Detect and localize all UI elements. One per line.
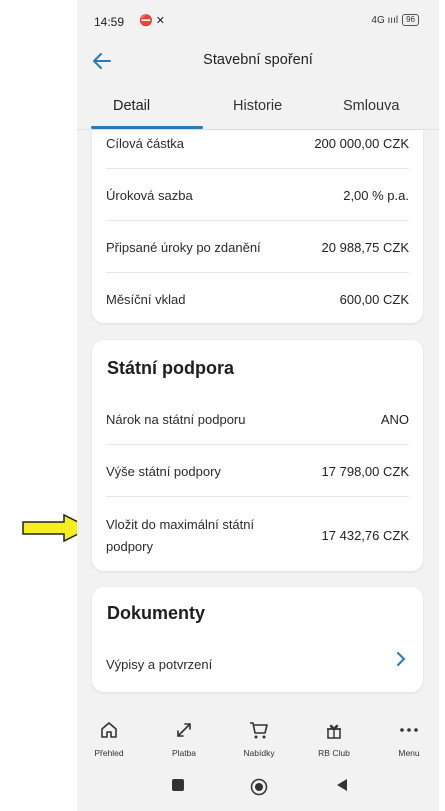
detail-label: Vložit do maximální státní podpory <box>106 514 254 558</box>
nav-label: RB Club <box>318 748 350 758</box>
tab-historie[interactable]: Historie <box>233 98 282 114</box>
section-title: Dokumenty <box>107 603 206 623</box>
nav-label: Přehled <box>94 748 124 758</box>
nav-menu[interactable]: Menu <box>379 720 439 758</box>
page-title: Stavební spoření <box>203 52 313 68</box>
phone-screen: 14:59 ⛔ ✕ 4G ıııl 96 Stavební spoření De… <box>77 0 439 811</box>
nav-platba[interactable]: Platba <box>154 720 214 758</box>
nav-rb-club[interactable]: RB Club <box>304 720 364 758</box>
nav-prehled[interactable]: Přehled <box>79 720 139 758</box>
active-tab-indicator <box>91 126 203 129</box>
status-bar: 14:59 ⛔ ✕ 4G ıııl 96 <box>77 0 439 40</box>
signal-icon: 4G ıııl <box>371 14 399 26</box>
notification-icons: ⛔ ✕ <box>139 15 165 27</box>
nav-label: Nabídky <box>243 748 275 758</box>
bottom-navigation: Přehled Platba Nabídky RB Club Menu <box>77 712 439 768</box>
detail-label: Připsané úroky po zdanění <box>106 240 261 255</box>
detail-value: 20 988,75 CZK <box>321 240 409 255</box>
detail-value: 17 432,76 CZK <box>321 528 409 543</box>
gift-icon <box>304 720 364 742</box>
tab-bar: Detail Historie Smlouva <box>77 90 439 130</box>
nav-label: Menu <box>398 748 420 758</box>
detail-label: Výše státní podpory <box>106 464 221 479</box>
divider <box>106 496 409 497</box>
chevron-right-icon[interactable] <box>395 651 407 672</box>
tab-smlouva[interactable]: Smlouva <box>343 98 399 114</box>
home-button-icon[interactable] <box>250 778 268 801</box>
divider <box>106 220 409 221</box>
documents-link-label: Výpisy a potvrzení <box>106 657 213 672</box>
divider <box>106 272 409 273</box>
detail-label-line: podpory <box>106 539 153 554</box>
detail-label-line: Vložit do maximální státní <box>106 517 255 532</box>
detail-value: ANO <box>380 412 409 427</box>
home-icon <box>79 720 139 742</box>
detail-value: 200 000,00 CZK <box>314 136 409 151</box>
nav-label: Platba <box>171 748 197 758</box>
documents-card: Dokumenty Výpisy a potvrzení <box>92 587 423 692</box>
account-details-card: Cílová částka 200 000,00 CZK Úroková saz… <box>92 130 423 323</box>
divider <box>106 168 409 169</box>
divider <box>106 444 409 445</box>
section-title: Státní podpora <box>107 358 234 378</box>
tab-detail[interactable]: Detail <box>113 98 150 114</box>
cart-icon <box>229 720 289 742</box>
transfer-icon <box>154 720 214 742</box>
recent-apps-icon[interactable] <box>171 778 185 797</box>
clock: 14:59 <box>94 15 125 29</box>
system-indicators: 4G ıııl 96 <box>371 14 419 26</box>
app-bar: Stavební spoření <box>77 40 439 84</box>
battery-icon: 96 <box>402 14 419 26</box>
detail-label: Nárok na státní podporu <box>106 412 246 427</box>
detail-label: Cílová částka <box>106 136 185 151</box>
system-navigation-bar <box>77 768 439 811</box>
state-support-card: Státní podpora Nárok na státní podporu A… <box>92 340 423 571</box>
detail-value: 2,00 % p.a. <box>343 188 409 203</box>
more-icon <box>379 720 439 742</box>
detail-value: 600,00 CZK <box>339 292 409 307</box>
detail-label: Úroková sazba <box>106 188 193 203</box>
detail-label: Měsíční vklad <box>106 292 186 307</box>
back-triangle-icon[interactable] <box>335 778 349 797</box>
nav-nabidky[interactable]: Nabídky <box>229 720 289 758</box>
documents-link[interactable]: Výpisy a potvrzení <box>106 657 409 677</box>
detail-value: 17 798,00 CZK <box>321 464 409 479</box>
